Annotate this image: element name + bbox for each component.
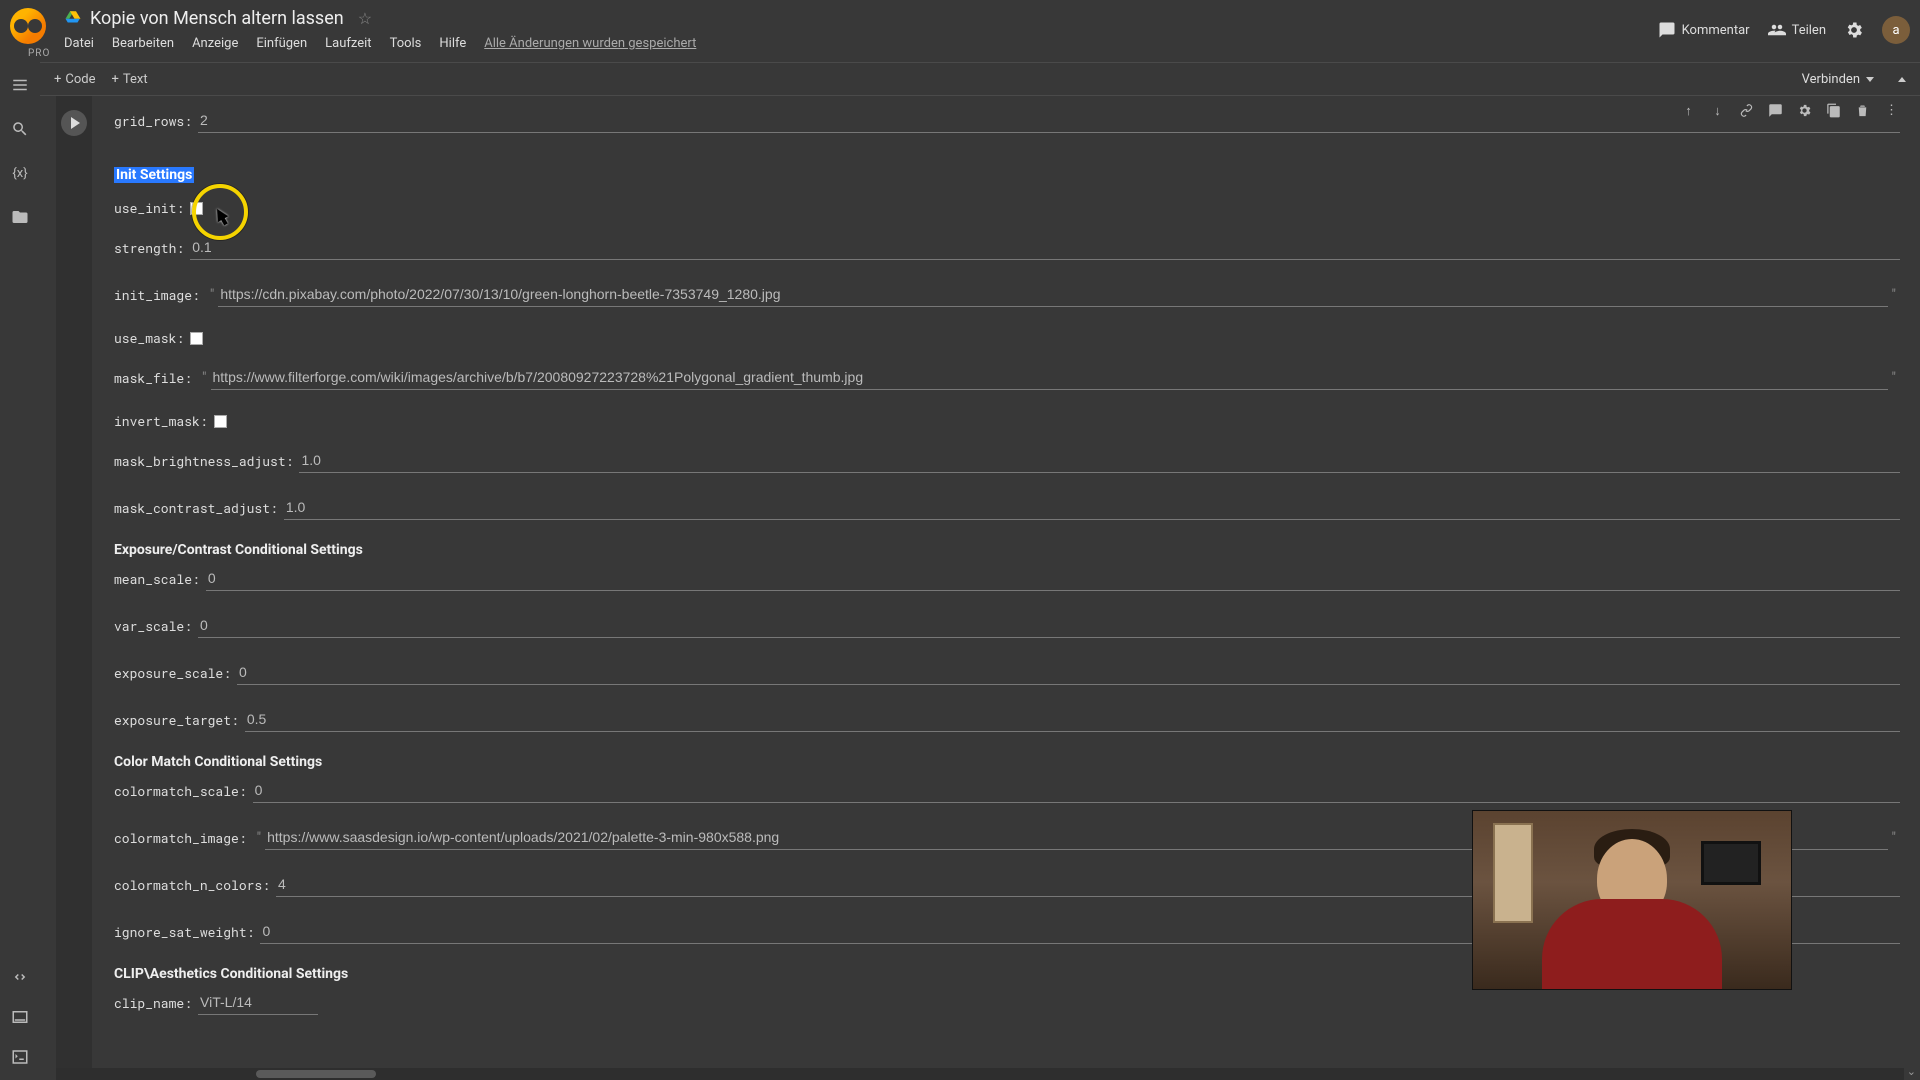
terminal-icon[interactable]	[11, 1048, 29, 1066]
checkbox-use-mask[interactable]	[190, 332, 203, 345]
star-icon[interactable]: ☆	[358, 9, 372, 28]
label-clip-name: clip_name:	[114, 994, 192, 1012]
move-up-icon[interactable]: ↑	[1680, 102, 1697, 119]
chevron-down-icon[interactable]: ⌄	[1907, 1065, 1916, 1078]
menu-help[interactable]: Hilfe	[439, 36, 466, 51]
share-icon	[1768, 21, 1786, 39]
input-var-scale[interactable]	[198, 613, 1900, 638]
label-invert-mask: invert_mask:	[114, 412, 208, 430]
menu-edit[interactable]: Bearbeiten	[112, 36, 174, 51]
checkbox-use-init[interactable]	[190, 202, 203, 215]
left-rail: {x}	[0, 62, 40, 1080]
input-strength[interactable]	[190, 235, 1900, 260]
quote-close: "	[1888, 287, 1900, 303]
label-colormatch-n-colors: colormatch_n_colors:	[114, 876, 270, 894]
add-text-button[interactable]: +Text	[112, 72, 148, 87]
label-mask-brightness-adjust: mask_brightness_adjust:	[114, 452, 293, 470]
comment-button[interactable]: Kommentar	[1658, 21, 1750, 39]
link-icon[interactable]	[1738, 102, 1755, 119]
input-colormatch-scale[interactable]	[253, 778, 1900, 803]
command-palette-icon[interactable]	[11, 1008, 29, 1026]
input-clip-name[interactable]	[198, 990, 318, 1015]
delete-cell-icon[interactable]	[1854, 102, 1871, 119]
input-exposure-scale[interactable]	[237, 660, 1900, 685]
label-colormatch-image: colormatch_image:	[114, 829, 247, 847]
share-label: Teilen	[1792, 23, 1826, 38]
menu-runtime[interactable]: Laufzeit	[325, 36, 371, 51]
label-ignore-sat-weight: ignore_sat_weight:	[114, 923, 254, 941]
menu-tools[interactable]: Tools	[390, 36, 422, 51]
insert-toolbar: +Code +Text Verbinden	[40, 62, 1920, 96]
files-icon[interactable]	[11, 208, 29, 226]
label-strength: strength:	[114, 239, 184, 257]
notebook-title[interactable]: Kopie von Mensch altern lassen	[90, 8, 344, 29]
collapse-header-icon[interactable]	[1898, 77, 1906, 82]
menu-view[interactable]: Anzeige	[192, 36, 238, 51]
section-init-settings: Init Settings	[114, 167, 194, 183]
webcam-overlay	[1472, 810, 1792, 990]
comment-icon	[1658, 21, 1676, 39]
input-mask-contrast-adjust[interactable]	[284, 495, 1900, 520]
variables-icon[interactable]: {x}	[11, 164, 29, 182]
label-mean-scale: mean_scale:	[114, 570, 200, 588]
input-mean-scale[interactable]	[206, 566, 1900, 591]
settings-icon[interactable]	[1844, 20, 1864, 40]
input-grid-rows[interactable]	[198, 108, 1900, 133]
menu-bar: Datei Bearbeiten Anzeige Einfügen Laufze…	[64, 36, 696, 51]
cell-toolbar: ↑ ↓ ⋮	[1680, 102, 1900, 119]
pro-badge: PRO	[28, 48, 50, 59]
cell-comment-icon[interactable]	[1767, 102, 1784, 119]
label-use-mask: use_mask:	[114, 329, 184, 347]
run-cell-button[interactable]	[61, 110, 87, 136]
menu-file[interactable]: Datei	[64, 36, 94, 51]
toc-icon[interactable]	[11, 76, 29, 94]
quote-open: "	[206, 287, 218, 303]
cell-gutter	[56, 96, 92, 1080]
scrollbar-thumb[interactable]	[256, 1070, 376, 1078]
label-grid-rows: grid_rows:	[114, 112, 192, 130]
more-icon[interactable]: ⋮	[1883, 102, 1900, 119]
comment-label: Kommentar	[1682, 23, 1750, 38]
search-icon[interactable]	[11, 120, 29, 138]
colab-logo	[10, 8, 46, 44]
label-exposure-target: exposure_target:	[114, 711, 239, 729]
plus-icon: +	[112, 72, 119, 87]
label-colormatch-scale: colormatch_scale:	[114, 782, 247, 800]
connect-button[interactable]: Verbinden	[1794, 68, 1882, 91]
input-exposure-target[interactable]	[245, 707, 1900, 732]
input-init-image[interactable]	[218, 282, 1887, 307]
horizontal-scrollbar[interactable]	[56, 1068, 1904, 1080]
label-init-image: init_image:	[114, 286, 200, 304]
app-header: PRO Kopie von Mensch altern lassen ☆ Dat…	[0, 0, 1920, 62]
play-icon	[71, 117, 80, 129]
menu-insert[interactable]: Einfügen	[256, 36, 307, 51]
label-use-init: use_init:	[114, 199, 184, 217]
input-mask-file[interactable]	[211, 365, 1888, 390]
drive-icon	[64, 9, 82, 27]
code-snippets-icon[interactable]	[11, 968, 29, 986]
add-code-button[interactable]: +Code	[54, 72, 96, 87]
section-exposure: Exposure/Contrast Conditional Settings	[114, 542, 1900, 558]
plus-icon: +	[54, 72, 61, 87]
label-mask-contrast-adjust: mask_contrast_adjust:	[114, 499, 278, 517]
chevron-down-icon	[1866, 77, 1874, 82]
changes-saved-link[interactable]: Alle Änderungen wurden gespeichert	[484, 36, 696, 51]
label-exposure-scale: exposure_scale:	[114, 664, 231, 682]
section-color-match: Color Match Conditional Settings	[114, 754, 1900, 770]
move-down-icon[interactable]: ↓	[1709, 102, 1726, 119]
input-mask-brightness-adjust[interactable]	[299, 448, 1900, 473]
share-button[interactable]: Teilen	[1768, 21, 1826, 39]
user-avatar[interactable]: a	[1882, 16, 1910, 44]
label-mask-file: mask_file:	[114, 369, 192, 387]
cell-settings-icon[interactable]	[1796, 102, 1813, 119]
label-var-scale: var_scale:	[114, 617, 192, 635]
checkbox-invert-mask[interactable]	[214, 415, 227, 428]
mirror-cell-icon[interactable]	[1825, 102, 1842, 119]
